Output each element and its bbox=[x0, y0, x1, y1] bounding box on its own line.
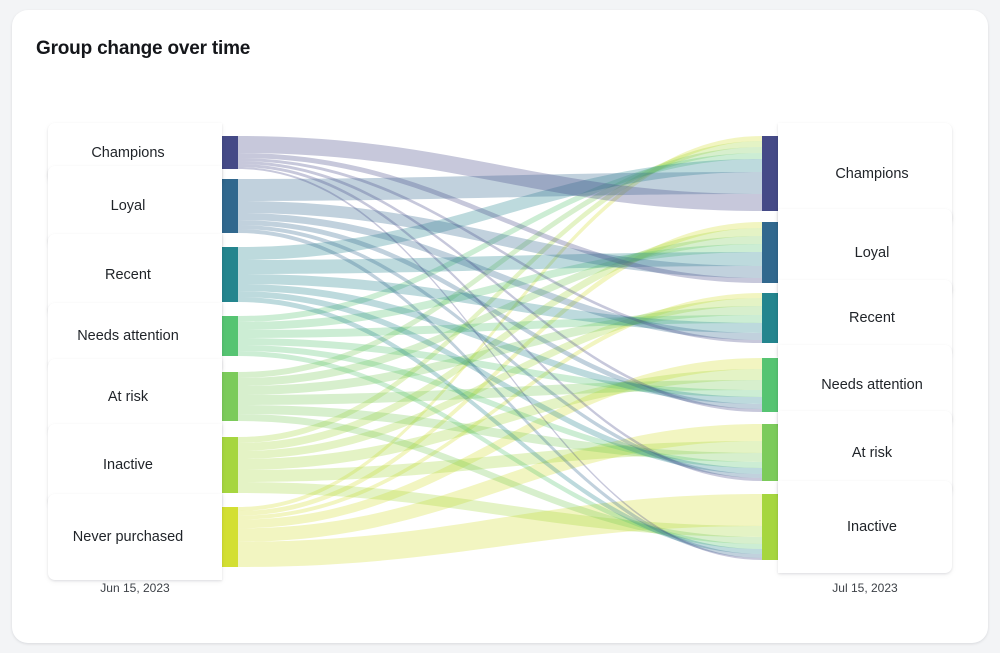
node-label-text: Champions bbox=[835, 166, 908, 182]
node-label-text: Inactive bbox=[103, 457, 153, 473]
sankey-node-bar-loyal[interactable] bbox=[762, 222, 778, 283]
sankey-node-bar-recent[interactable] bbox=[762, 293, 778, 343]
sankey-node-bar-never-purchased[interactable] bbox=[222, 507, 238, 567]
sankey-node-bar-recent[interactable] bbox=[222, 247, 238, 302]
node-label-text: Loyal bbox=[855, 245, 890, 261]
node-label-left-at-risk[interactable]: At risk bbox=[48, 359, 222, 434]
node-label-text: Needs attention bbox=[77, 328, 179, 344]
node-label-text: At risk bbox=[852, 445, 892, 461]
node-label-text: At risk bbox=[108, 389, 148, 405]
sankey-node-bar-inactive[interactable] bbox=[762, 494, 778, 560]
sankey-node-bar-at-risk[interactable] bbox=[762, 424, 778, 481]
node-label-text: Recent bbox=[105, 267, 151, 283]
node-label-text: Loyal bbox=[111, 198, 146, 214]
node-label-text: Never purchased bbox=[73, 529, 183, 545]
axis-date-right: Jul 15, 2023 bbox=[778, 581, 952, 595]
node-label-right-inactive[interactable]: Inactive bbox=[778, 481, 952, 573]
sankey-node-bar-champions[interactable] bbox=[222, 136, 238, 169]
sankey-node-bar-at-risk[interactable] bbox=[222, 372, 238, 421]
axis-date-left: Jun 15, 2023 bbox=[48, 581, 222, 595]
node-label-text: Champions bbox=[91, 145, 164, 161]
sankey-node-bar-inactive[interactable] bbox=[222, 437, 238, 493]
sankey-node-bar-champions[interactable] bbox=[762, 136, 778, 211]
node-label-text: Needs attention bbox=[821, 377, 923, 393]
sankey-node-bar-needs-attention[interactable] bbox=[222, 316, 238, 356]
node-label-text: Inactive bbox=[847, 519, 897, 535]
sankey-node-bar-loyal[interactable] bbox=[222, 179, 238, 233]
chart-card: Group change over time ChampionsLoyalRec… bbox=[12, 10, 988, 643]
node-label-left-never-purchased[interactable]: Never purchased bbox=[48, 494, 222, 580]
node-label-text: Recent bbox=[849, 310, 895, 326]
sankey-node-bar-needs-attention[interactable] bbox=[762, 358, 778, 412]
